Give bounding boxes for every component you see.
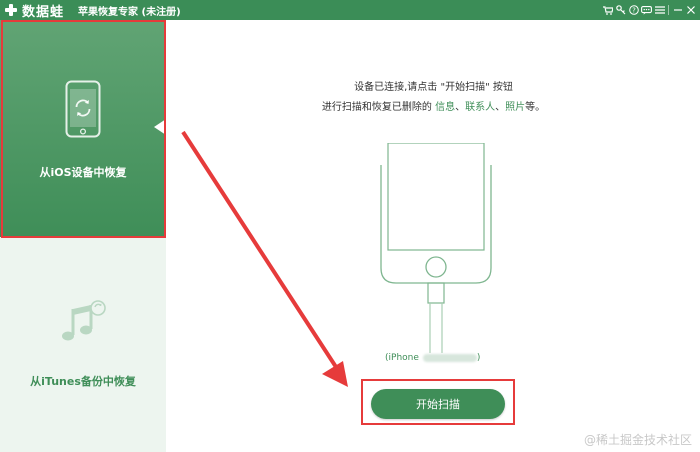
instruction-suffix: 等。 xyxy=(525,102,546,113)
chat-icon[interactable] xyxy=(640,0,653,20)
menu-icon[interactable] xyxy=(653,0,666,20)
svg-text:?: ? xyxy=(632,7,636,15)
separator: 、 xyxy=(495,102,506,113)
contacts-link: 联系人 xyxy=(465,102,496,113)
blurred-device-name xyxy=(422,354,477,362)
messages-link: 信息 xyxy=(435,102,456,113)
main-panel: 设备已连接,请点击 "开始扫描" 按钮 进行扫描和恢复已删除的 信息、联系人、照… xyxy=(167,20,700,452)
device-suffix: ) xyxy=(476,353,481,363)
sidebar-item-label: 从iOS设备中恢复 xyxy=(39,166,127,179)
start-scan-button[interactable]: 开始扫描 xyxy=(371,389,505,419)
help-icon[interactable]: ? xyxy=(627,0,640,20)
separator: 、 xyxy=(455,102,466,113)
device-model-label: (iPhone xyxy=(385,353,419,363)
cart-icon[interactable] xyxy=(601,0,614,20)
device-name: (iPhone ) xyxy=(385,353,480,363)
sidebar-item-label: 从iTunes备份中恢复 xyxy=(30,375,136,388)
watermark: @稀土掘金技术社区 xyxy=(583,433,692,447)
minimize-icon[interactable] xyxy=(671,0,684,20)
sidebar-item-itunes-recovery[interactable]: 从iTunes备份中恢复 xyxy=(0,237,166,452)
title-bar: 数据蛙 苹果恢复专家 (未注册) ? xyxy=(0,0,700,20)
connected-phone-illustration xyxy=(380,142,492,357)
sidebar: 从iOS设备中恢复 从iTunes备份中恢复 xyxy=(0,20,166,452)
instruction-prefix: 进行扫描和恢复已删除的 xyxy=(321,102,436,113)
active-item-pointer xyxy=(154,119,166,135)
app-logo: 数据蛙 xyxy=(4,1,64,20)
instruction-line-2: 进行扫描和恢复已删除的 信息、联系人、照片等。 xyxy=(322,102,545,113)
itunes-music-icon xyxy=(57,297,109,353)
photos-link: 照片 xyxy=(505,102,526,113)
sidebar-item-ios-recovery[interactable]: 从iOS设备中恢复 xyxy=(0,20,166,237)
logo-text: 数据蛙 xyxy=(22,4,65,20)
close-icon[interactable] xyxy=(684,0,697,20)
key-icon[interactable] xyxy=(614,0,627,20)
plus-logo-icon xyxy=(4,3,18,17)
phone-restore-icon xyxy=(65,80,101,142)
instruction-text: 设备已连接,请点击 "开始扫描" 按钮 进行扫描和恢复已删除的 信息、联系人、照… xyxy=(167,78,700,118)
instruction-line-1: 设备已连接,请点击 "开始扫描" 按钮 xyxy=(354,82,513,93)
titlebar-divider xyxy=(668,5,669,15)
app-title: 苹果恢复专家 (未注册) xyxy=(78,6,181,18)
